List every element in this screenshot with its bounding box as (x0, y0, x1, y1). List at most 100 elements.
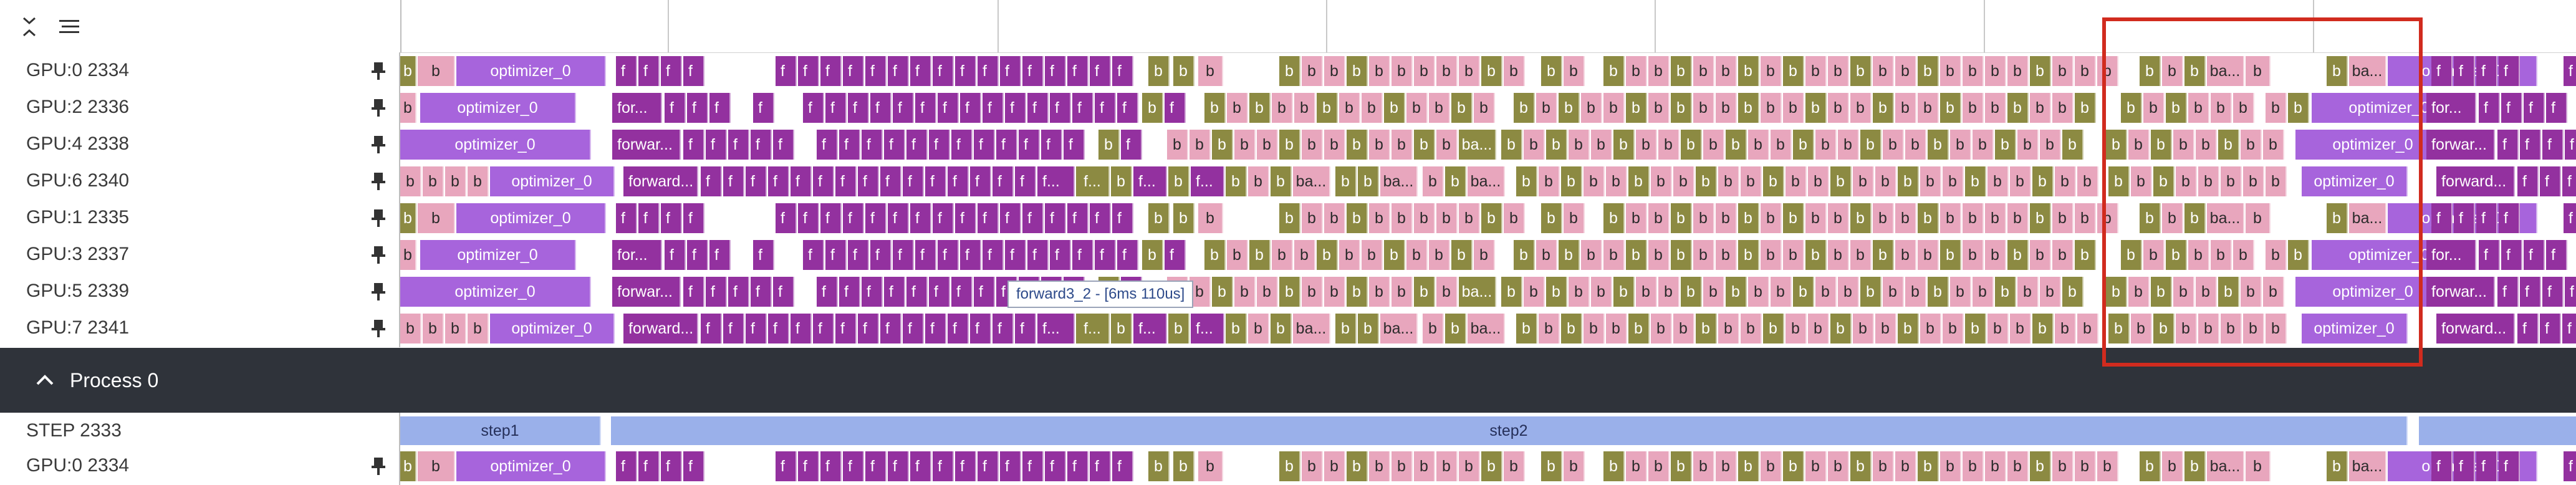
backward-slice[interactable]: b (1658, 130, 1680, 160)
forward-slice[interactable]: for... (612, 93, 662, 123)
backward-slice[interactable]: b (1347, 451, 1368, 481)
backward-slice[interactable]: b (1436, 203, 1458, 233)
backward-slice[interactable]: b (1302, 203, 1323, 233)
backward-slice[interactable]: b (1198, 451, 1223, 481)
backward-slice[interactable]: b (2184, 451, 2206, 481)
forward-slice[interactable]: f (709, 93, 731, 123)
forward-slice[interactable]: f (2562, 314, 2576, 343)
backward-slice[interactable]: b (1928, 130, 1949, 160)
backward-slice[interactable]: b (1391, 203, 1413, 233)
backward-slice[interactable]: ba... (2349, 203, 2386, 233)
backward-slice[interactable]: b (1436, 130, 1458, 160)
backward-slice[interactable]: b (2218, 130, 2239, 160)
forward-slice[interactable]: f (1027, 93, 1049, 123)
backward-slice[interactable]: b (1761, 203, 1782, 233)
backward-slice[interactable]: b (1628, 314, 1650, 343)
backward-slice[interactable]: ba... (2349, 451, 2386, 481)
backward-slice[interactable]: b (1987, 314, 2009, 343)
backward-slice[interactable]: b (1324, 203, 1345, 233)
backward-slice[interactable]: b (1317, 93, 1338, 123)
backward-slice[interactable]: b (1805, 451, 1827, 481)
forward-slice[interactable]: f (683, 277, 704, 307)
backward-slice[interactable]: b (1895, 203, 1916, 233)
backward-slice[interactable]: b (1726, 277, 1747, 307)
backward-slice[interactable]: b (1173, 56, 1194, 86)
backward-slice[interactable]: b (1943, 166, 1964, 196)
backward-slice[interactable]: b (1850, 240, 1872, 270)
backward-slice[interactable]: b (1324, 451, 1345, 481)
backward-slice[interactable]: b (1212, 277, 1233, 307)
forward-slice[interactable]: f (1005, 93, 1026, 123)
forward-slice[interactable]: f (951, 277, 973, 307)
forward-slice[interactable]: f (2517, 166, 2539, 196)
backward-slice[interactable]: b (1648, 203, 1670, 233)
forward-slice[interactable]: f (925, 314, 946, 343)
backward-slice[interactable]: b (1369, 130, 1390, 160)
backward-slice[interactable]: b (1613, 277, 1635, 307)
backward-slice[interactable]: ba... (1293, 314, 1330, 343)
forward-slice[interactable]: f (820, 203, 842, 233)
backward-slice[interactable]: b (2007, 240, 2029, 270)
backward-slice[interactable]: b (1362, 240, 1383, 270)
forward-slice[interactable]: f (880, 166, 901, 196)
forward-slice[interactable]: f (903, 314, 924, 343)
backward-slice[interactable]: b (2131, 314, 2152, 343)
backward-slice[interactable]: b (1940, 93, 1961, 123)
backward-slice[interactable]: b (1406, 240, 1428, 270)
pin-icon[interactable] (370, 282, 387, 302)
backward-slice[interactable]: b (2176, 166, 2197, 196)
backward-slice[interactable]: b (1168, 314, 1189, 343)
backward-slice[interactable]: b (1875, 166, 1896, 196)
backward-slice[interactable]: b (1569, 277, 1590, 307)
forward-slice[interactable]: f (661, 56, 682, 86)
backward-slice[interactable]: b (2233, 93, 2254, 123)
backward-slice[interactable]: b (1212, 130, 1233, 160)
backward-slice[interactable]: b (2241, 277, 2262, 307)
forward-slice[interactable]: f (1090, 451, 1111, 481)
backward-slice[interactable]: b (1204, 240, 1226, 270)
backward-slice[interactable]: b (1681, 130, 1702, 160)
forward-slice[interactable]: f (616, 203, 637, 233)
forward-slice[interactable]: f (893, 93, 914, 123)
backward-slice[interactable]: ba... (2207, 56, 2244, 86)
backward-slice[interactable]: b (1830, 166, 1852, 196)
forward-slice[interactable]: f (1067, 56, 1089, 86)
forward-slice[interactable]: f (776, 451, 797, 481)
backward-slice[interactable]: b (2108, 166, 2130, 196)
backward-slice[interactable]: b (1603, 451, 1625, 481)
backward-slice[interactable]: b (1648, 93, 1670, 123)
backward-slice[interactable]: b (2097, 203, 2118, 233)
forward-slice[interactable]: f (948, 314, 969, 343)
forward-slice[interactable]: forward... (623, 166, 698, 196)
pin-icon[interactable] (370, 319, 387, 339)
backward-slice[interactable]: b (1626, 93, 1647, 123)
backward-slice[interactable]: b (2121, 93, 2142, 123)
backward-slice[interactable]: b (2075, 93, 2096, 123)
forward-slice[interactable]: f (1165, 240, 1186, 270)
forward-slice[interactable]: f (701, 166, 722, 196)
backward-slice[interactable]: b (1516, 166, 1537, 196)
backward-slice[interactable]: b (2176, 314, 2197, 343)
forward-slice[interactable]: f (791, 314, 812, 343)
backward-slice[interactable]: b (1920, 166, 1941, 196)
backward-slice[interactable]: b (1564, 56, 1585, 86)
backward-slice[interactable]: b (2007, 93, 2029, 123)
backward-slice[interactable]: b (1606, 166, 1627, 196)
backward-slice[interactable]: b (1883, 277, 1904, 307)
backward-slice[interactable]: b (1898, 166, 1919, 196)
backward-slice[interactable]: b (1905, 277, 1926, 307)
backward-slice[interactable]: b (1324, 130, 1345, 160)
backward-slice[interactable]: b (1459, 203, 1480, 233)
backward-slice[interactable]: b (1429, 240, 1450, 270)
backward-slice[interactable]: b (2162, 451, 2183, 481)
backward-slice[interactable]: ba... (1293, 166, 1330, 196)
backward-slice[interactable]: ba... (1468, 166, 1505, 196)
backward-slice[interactable]: b (2131, 166, 2152, 196)
backward-slice[interactable]: b (2030, 93, 2051, 123)
forward-slice[interactable]: f (1000, 203, 1021, 233)
backward-slice[interactable]: b (1761, 56, 1782, 86)
backward-slice[interactable]: b (1234, 130, 1256, 160)
backward-slice[interactable]: b (1985, 203, 2006, 233)
backward-slice[interactable]: b (1696, 166, 1717, 196)
backward-slice[interactable]: b (1249, 93, 1271, 123)
